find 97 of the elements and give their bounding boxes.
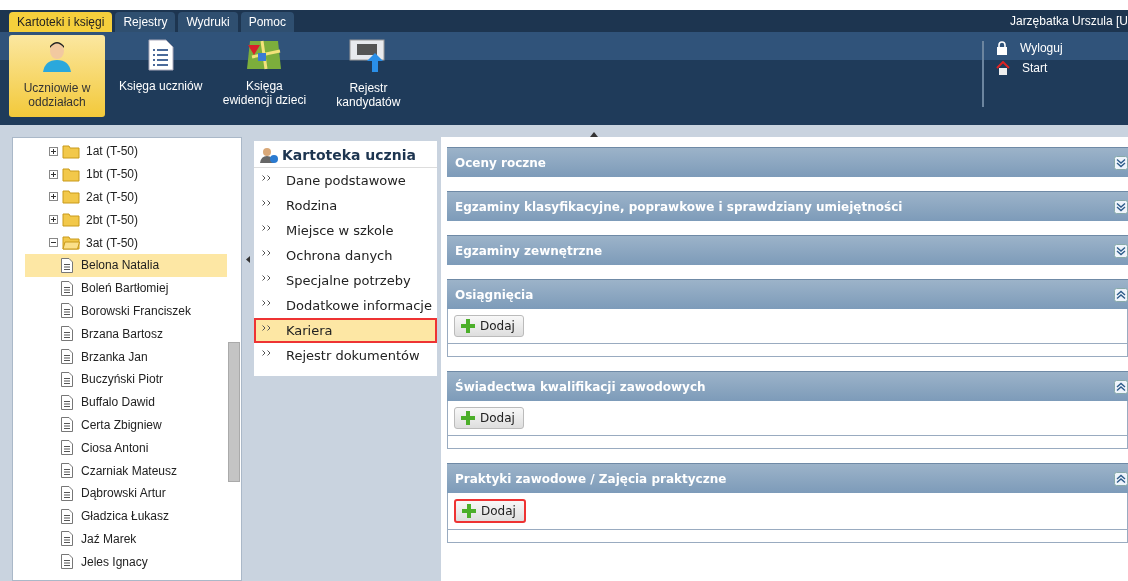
user-info-icon xyxy=(260,147,278,163)
tree-item[interactable]: Boleń Bartłomiej xyxy=(25,276,227,300)
chevron-icon[interactable] xyxy=(1114,379,1128,394)
double-chevron-icon xyxy=(262,300,272,306)
document-icon xyxy=(61,303,73,319)
document-icon xyxy=(61,440,73,456)
tree-item[interactable]: 2at (T-50) xyxy=(86,190,139,204)
menu-item[interactable]: Rodzina xyxy=(254,193,437,218)
folder-icon xyxy=(62,143,80,159)
document-icon xyxy=(61,531,73,547)
folder-icon xyxy=(62,166,80,182)
toolbar-button[interactable]: Uczniowie w oddziałach xyxy=(9,35,105,117)
tree-item[interactable]: Buczyński Piotr xyxy=(25,367,227,391)
menu-item[interactable]: Miejsce w szkole xyxy=(254,218,437,243)
chevron-icon[interactable] xyxy=(1114,287,1128,302)
lock-icon xyxy=(996,41,1008,55)
tree-item[interactable]: Czarniak Mateusz xyxy=(25,459,227,482)
menu-tab[interactable]: Pomoc xyxy=(240,12,294,32)
section-title: Świadectwa kwalifikacji zawodowych xyxy=(455,379,706,394)
chevron-icon[interactable] xyxy=(1114,243,1128,258)
double-chevron-icon xyxy=(262,275,272,281)
section-title: Osiągnięcia xyxy=(455,287,534,302)
person-icon xyxy=(40,39,74,73)
chevron-icon[interactable] xyxy=(1114,471,1128,486)
toggle-icon[interactable] xyxy=(49,169,58,179)
folder-icon xyxy=(62,212,80,228)
tree-item[interactable]: 2bt (T-50) xyxy=(86,212,139,227)
chevron-icon[interactable] xyxy=(1114,155,1128,170)
tree-item[interactable]: Ciosa Antoni xyxy=(25,436,227,460)
toggle-icon[interactable] xyxy=(49,215,58,225)
section-title: Egzaminy zewnętrzne xyxy=(455,243,603,258)
document-icon xyxy=(61,394,73,410)
plus-icon xyxy=(461,319,475,333)
menu-item[interactable]: Dodatkowe informacje xyxy=(254,293,437,318)
tree-item[interactable]: Borowski Franciszek xyxy=(25,299,227,323)
document-icon xyxy=(61,257,73,273)
tree-item[interactable]: Brzanka Jan xyxy=(25,345,227,368)
plus-icon xyxy=(462,504,476,518)
collapse-icon[interactable] xyxy=(246,255,250,263)
toolbar-button[interactable]: Rejestr kandydatów xyxy=(320,35,417,117)
menu-item[interactable]: Rejestr dokumentów xyxy=(254,343,437,368)
add-button[interactable]: Dodaj xyxy=(454,499,526,523)
document-icon xyxy=(61,554,73,570)
menu-item[interactable]: Ochrona danych xyxy=(254,243,437,268)
home-icon xyxy=(996,61,1010,75)
document-icon xyxy=(61,508,73,524)
menu-tab[interactable]: Rejestry xyxy=(115,12,176,32)
document-icon xyxy=(61,280,73,296)
register-icon xyxy=(349,39,388,73)
menu-item[interactable]: Kariera xyxy=(254,318,437,343)
double-chevron-icon xyxy=(262,350,272,356)
document-icon xyxy=(61,326,73,342)
tree-item[interactable]: 1bt (T-50) xyxy=(86,167,139,182)
document-icon xyxy=(61,485,73,501)
toggle-icon[interactable] xyxy=(49,192,58,202)
tree-item[interactable]: Jeles Ignacy xyxy=(25,550,227,574)
tree-item[interactable]: 3at (T-50) xyxy=(86,235,139,250)
session-link[interactable]: Start xyxy=(996,61,1128,75)
section-title: Egzaminy klasyfikacyjne, poprawkowe i sprawdziany umiejętności xyxy=(455,199,903,214)
document-icon xyxy=(61,349,73,365)
double-chevron-icon xyxy=(262,325,272,331)
add-button[interactable]: Dodaj xyxy=(454,315,524,337)
tree-item[interactable]: Gładzica Łukasz xyxy=(25,504,227,528)
tree-item[interactable]: Dąbrowski Artur xyxy=(25,481,227,505)
double-chevron-icon xyxy=(262,250,272,256)
toolbar-button[interactable]: Księga ewidencji dzieci xyxy=(216,35,313,117)
map-icon xyxy=(246,39,283,71)
section-title: Oceny roczne xyxy=(455,155,546,170)
tree-item[interactable]: Jaź Marek xyxy=(25,527,227,551)
folder-icon xyxy=(62,235,80,251)
session-link[interactable]: Wyloguj xyxy=(996,41,1128,55)
double-chevron-icon xyxy=(262,225,272,231)
menu-tab[interactable]: Wydruki xyxy=(178,12,238,32)
plus-icon xyxy=(461,411,475,425)
toggle-icon[interactable] xyxy=(49,238,58,248)
document-icon xyxy=(61,371,73,387)
document-icon xyxy=(147,39,174,71)
tree-item[interactable]: Buffalo Dawid xyxy=(25,390,227,414)
menu-item[interactable]: Specjalne potrzeby xyxy=(254,268,437,293)
folder-icon xyxy=(62,189,80,205)
user-name: Jarzębatka Urszula [U xyxy=(1009,14,1128,28)
double-chevron-icon xyxy=(262,200,272,206)
toggle-icon[interactable] xyxy=(49,146,58,156)
toolbar-button[interactable]: Księga uczniów xyxy=(113,35,209,117)
section-title: Praktyki zawodowe / Zajęcia praktyczne xyxy=(455,471,727,486)
menu-title: Kartoteka ucznia xyxy=(282,147,416,163)
document-icon xyxy=(61,463,73,479)
tree-item[interactable]: Certa Zbigniew xyxy=(25,413,227,437)
tree-item[interactable]: Belona Natalia xyxy=(25,254,227,277)
add-button[interactable]: Dodaj xyxy=(454,407,524,429)
double-chevron-icon xyxy=(262,175,272,181)
chevron-icon[interactable] xyxy=(1114,199,1128,214)
tree-item[interactable]: 1at (T-50) xyxy=(86,144,139,159)
tree-item[interactable]: Brzana Bartosz xyxy=(25,322,227,346)
document-icon xyxy=(61,417,73,433)
menu-tab[interactable]: Kartoteki i księgi xyxy=(9,12,113,32)
menu-item[interactable]: Dane podstawowe xyxy=(254,168,437,193)
